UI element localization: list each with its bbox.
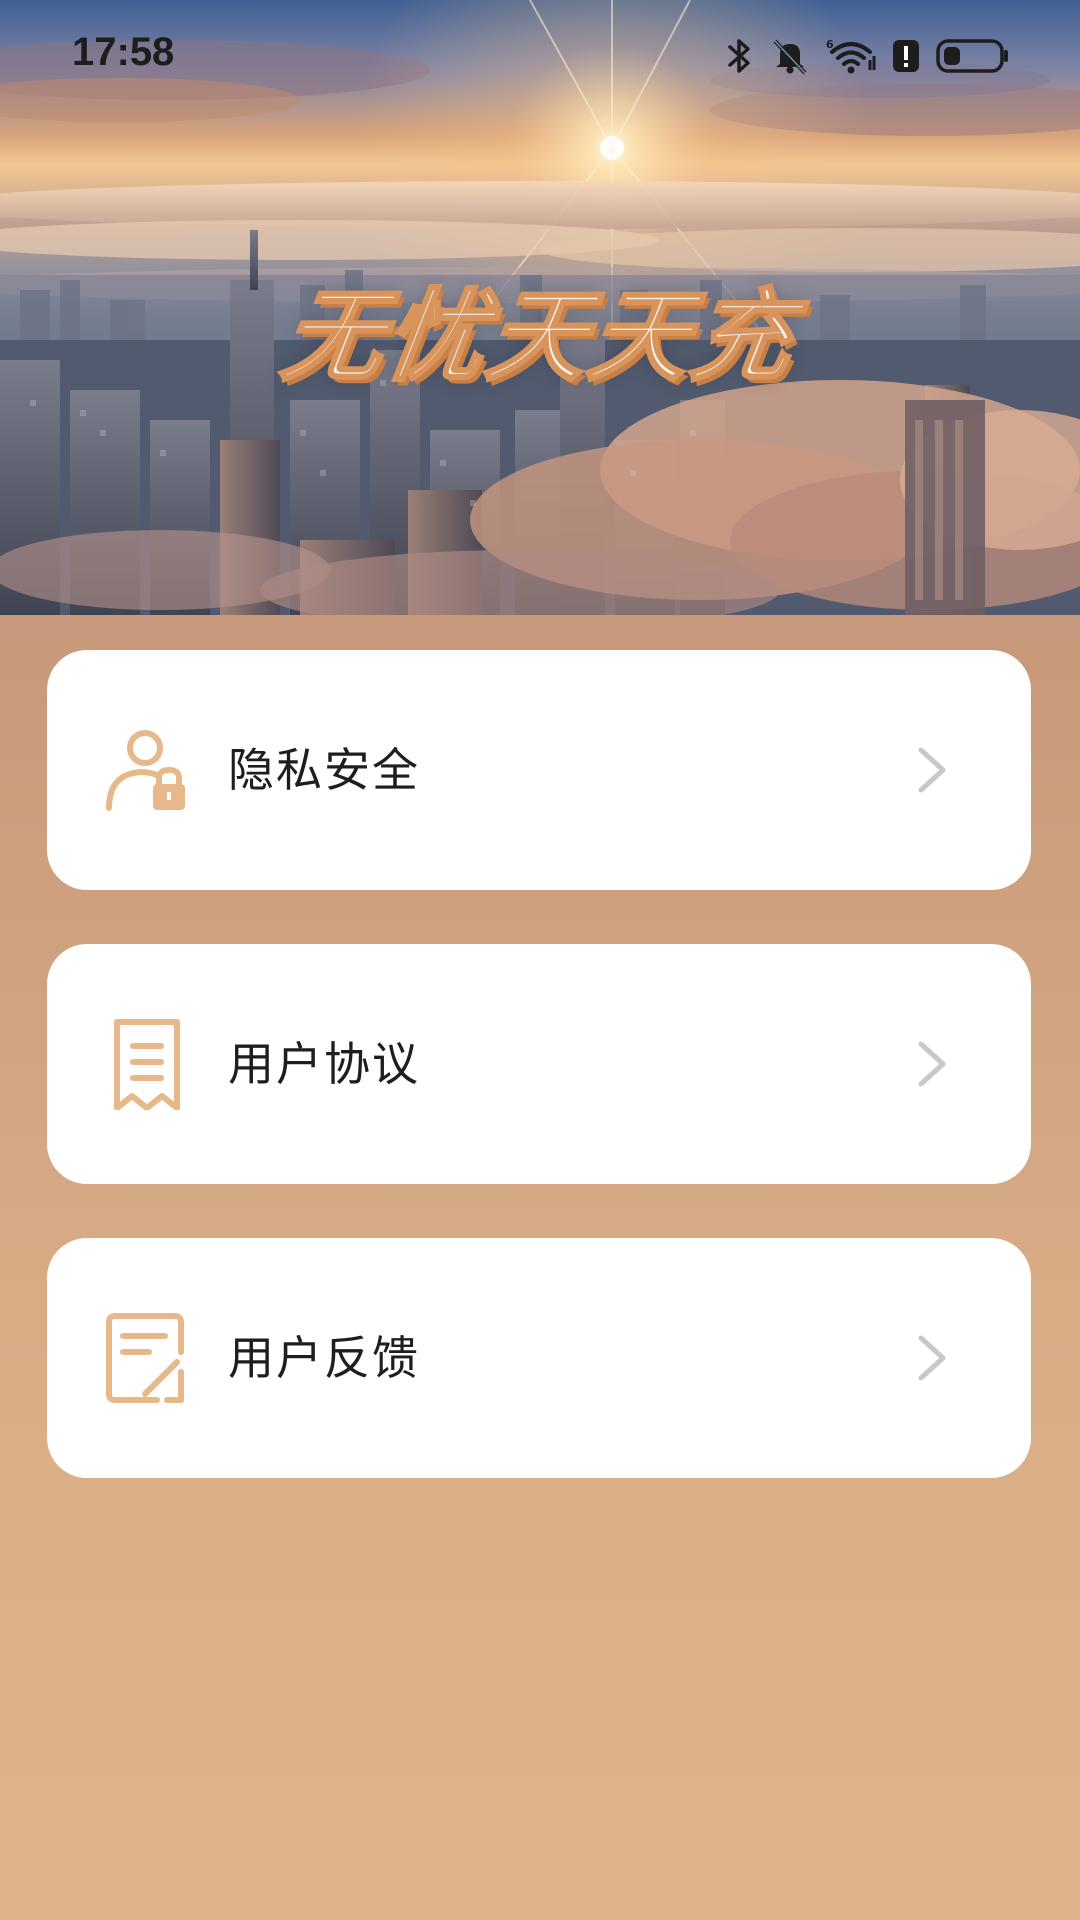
privacy-security-label: 隐私安全: [228, 743, 420, 797]
privacy-security-item[interactable]: 隐私安全: [47, 650, 1031, 890]
user-agreement-label: 用户协议: [228, 1037, 420, 1091]
user-feedback-item[interactable]: 用户反馈: [47, 1238, 1031, 1478]
alert-icon: [892, 36, 920, 76]
receipt-document-icon: [97, 1014, 197, 1114]
user-feedback-label: 用户反馈: [228, 1331, 420, 1385]
user-agreement-item[interactable]: 用户协议: [47, 944, 1031, 1184]
mute-bell-icon: [770, 36, 810, 76]
hero-title: 无忧天天充: [274, 277, 803, 397]
chevron-right-icon: [911, 1040, 951, 1088]
status-icons: 6: [726, 36, 1010, 76]
chevron-right-icon: [911, 746, 951, 794]
bluetooth-icon: [726, 36, 754, 76]
edit-document-icon: [97, 1308, 197, 1408]
settings-menu: 隐私安全 用户协议 用户反馈: [47, 650, 1031, 1532]
wifi-icon: 6: [826, 36, 876, 76]
status-bar: 17:58 6: [0, 0, 1080, 110]
chevron-right-icon: [911, 1334, 951, 1382]
user-lock-icon: [97, 720, 197, 820]
status-time: 17:58: [72, 30, 175, 74]
battery-icon: [936, 36, 1010, 76]
